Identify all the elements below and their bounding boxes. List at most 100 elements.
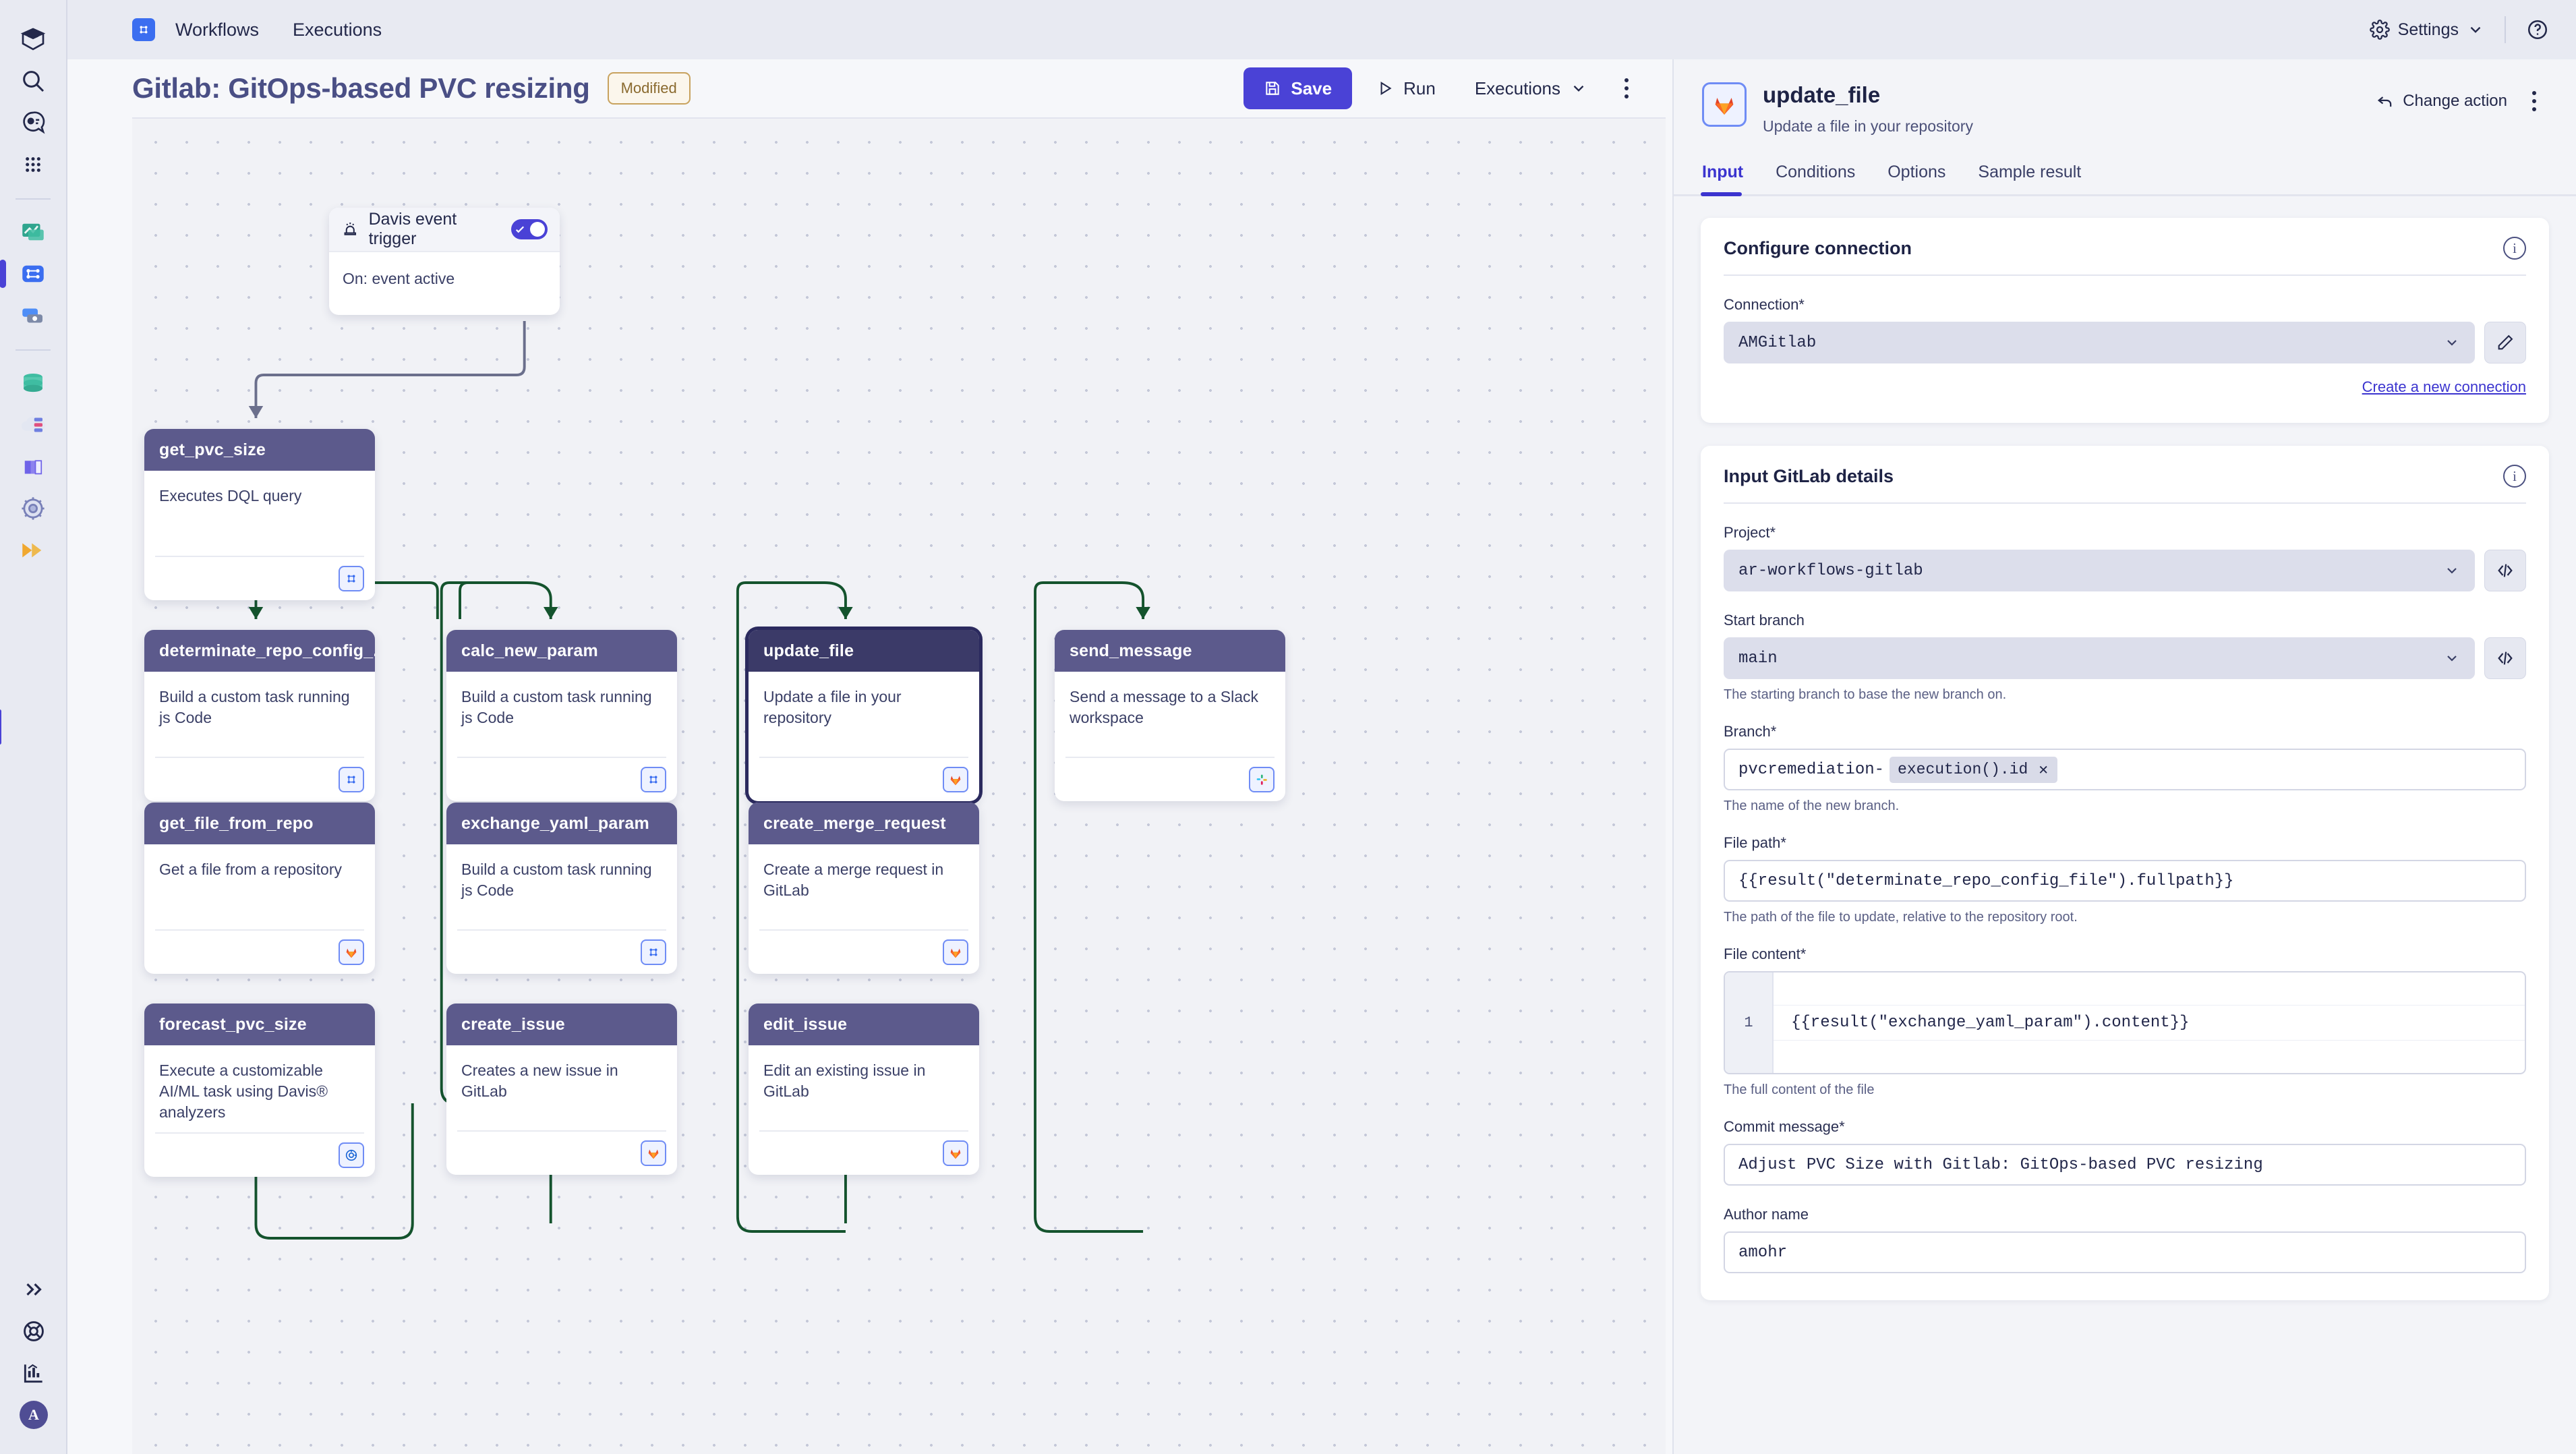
file-content-value[interactable]: {{result("exchange_yaml_param").content}…	[1774, 1005, 2525, 1041]
content-row: Gitlab: GitOps-based PVC resizing Modifi…	[0, 59, 2576, 1454]
close-x-icon[interactable]: ✕	[2036, 761, 2051, 779]
code-pad-bottom	[1725, 1041, 2525, 1073]
author-name-field: Author name amohr	[1724, 1206, 2526, 1273]
node-edit_issue[interactable]: edit_issue Edit an existing issue in Git…	[749, 1004, 979, 1175]
node-get_file_from_repo[interactable]: get_file_from_repo Get a file from a rep…	[144, 803, 375, 974]
start-branch-select[interactable]: main	[1724, 637, 2475, 679]
change-action-button[interactable]: Change action	[2376, 92, 2507, 111]
chevron-down-icon	[2447, 340, 2457, 346]
trigger-enable-toggle[interactable]	[511, 219, 548, 239]
node-body: Edit an existing issue in GitLab	[749, 1045, 979, 1121]
workflow-canvas[interactable]: Davis event trigger On: event active get…	[132, 117, 1666, 1454]
app-grid-icon[interactable]	[9, 144, 57, 185]
node-body: Send a message to a Slack workspace	[1055, 672, 1285, 747]
tab-sample-result[interactable]: Sample result	[1978, 156, 2096, 194]
panel-content[interactable]: Configure connection i Connection* AMGit…	[1674, 196, 2576, 1454]
node-get_pvc_size[interactable]: get_pvc_size Executes DQL query	[144, 429, 375, 600]
rail-divider	[16, 198, 51, 200]
nav-item-executions[interactable]: Executions	[279, 20, 395, 40]
tab-conditions[interactable]: Conditions	[1776, 156, 1870, 194]
file-path-hint: The path of the file to update, relative…	[1724, 910, 2078, 925]
expand-chevrons-icon[interactable]	[9, 1269, 58, 1310]
node-calc_new_param[interactable]: calc_new_param Build a custom task runni…	[446, 630, 677, 801]
gitlab-fox-icon	[943, 767, 968, 792]
workflow-more-menu-button[interactable]	[1612, 69, 1641, 107]
node-send_message[interactable]: send_message Send a message to a Slack w…	[1055, 630, 1285, 801]
connection-select[interactable]: AMGitlab	[1724, 322, 2475, 364]
davis-assistant-icon[interactable]	[9, 103, 57, 143]
code-brackets-icon	[2498, 651, 2513, 665]
branch-expression-chip[interactable]: execution().id ✕	[1890, 756, 2058, 783]
avatar[interactable]: A	[9, 1395, 58, 1435]
branch-chip-label: execution().id	[1898, 761, 2028, 778]
chevron-down-icon	[2447, 656, 2457, 662]
node-create_issue[interactable]: create_issue Creates a new issue in GitL…	[446, 1004, 677, 1175]
run-label: Run	[1403, 78, 1436, 98]
node-title: determinate_repo_config_...	[144, 630, 375, 672]
commit-message-field: Commit message* Adjust PVC Size with Git…	[1724, 1118, 2526, 1186]
file-content-editor[interactable]: 1 {{result("exchange_yaml_param").conten…	[1724, 971, 2526, 1074]
usage-chart-icon[interactable]	[9, 1353, 58, 1393]
node-update_file[interactable]: update_file Update a file in your reposi…	[749, 630, 979, 801]
node-body: Update a file in your repository	[749, 672, 979, 747]
toolbar-divider	[2505, 16, 2506, 43]
connection-field: Connection* AMGitlab Create a new connec…	[1724, 296, 2526, 396]
start-branch-label: Start branch	[1724, 612, 1805, 629]
code-brackets-icon	[2498, 564, 2513, 577]
panel-more-menu-button[interactable]	[2519, 82, 2549, 120]
save-button[interactable]: Save	[1243, 67, 1353, 109]
nav-item-workflows[interactable]: Workflows	[162, 20, 272, 40]
node-determinate_repo_config[interactable]: determinate_repo_config_... Build a cust…	[144, 630, 375, 801]
lifebuoy-help-icon[interactable]	[9, 1311, 58, 1351]
file-path-field: File path* {{result("determinate_repo_co…	[1724, 834, 2526, 925]
search-icon[interactable]	[9, 61, 57, 101]
tab-input[interactable]: Input	[1700, 156, 1758, 196]
author-name-input[interactable]: amohr	[1724, 1231, 2526, 1273]
project-select[interactable]: ar-workflows-gitlab	[1724, 550, 2475, 591]
project-expression-button[interactable]	[2484, 550, 2526, 591]
info-circle-icon[interactable]: i	[2503, 465, 2526, 488]
logo-cube-icon[interactable]	[9, 19, 57, 59]
node-description: Build a custom task running js Code	[461, 688, 652, 727]
undo-arrow-icon	[2378, 96, 2392, 107]
help-circle-icon[interactable]	[2526, 18, 2553, 41]
edit-connection-button[interactable]	[2484, 322, 2526, 364]
node-body: Execute a customizable AI/ML task using …	[144, 1045, 375, 1123]
trigger-node[interactable]: Davis event trigger On: event active	[329, 208, 560, 315]
node-title: edit_issue	[749, 1004, 979, 1045]
start-branch-expression-button[interactable]	[2484, 637, 2526, 679]
info-circle-icon[interactable]: i	[2503, 237, 2526, 260]
card-header: Configure connection i	[1724, 237, 2526, 276]
tab-options[interactable]: Options	[1887, 156, 1960, 194]
gitlab-fox-icon	[943, 1140, 968, 1166]
node-exchange_yaml_param[interactable]: exchange_yaml_param Build a custom task …	[446, 803, 677, 974]
code-line-row: 1 {{result("exchange_yaml_param").conten…	[1725, 1005, 2525, 1041]
settings-button[interactable]: Settings	[2369, 20, 2484, 40]
commit-message-input[interactable]: Adjust PVC Size with Gitlab: GitOps-base…	[1724, 1144, 2526, 1186]
file-path-input[interactable]: {{result("determinate_repo_config_file")…	[1724, 860, 2526, 902]
node-description: Build a custom task running js Code	[159, 688, 350, 727]
node-create_merge_request[interactable]: create_merge_request Create a merge requ…	[749, 803, 979, 974]
settings-gear-icon[interactable]	[9, 488, 57, 529]
connection-row: AMGitlab	[1724, 322, 2526, 364]
node-title: calc_new_param	[446, 630, 677, 672]
gitlab-fox-icon	[1702, 82, 1747, 127]
connection-value: AMGitlab	[1738, 333, 1817, 352]
forward-arrows-icon[interactable]	[9, 530, 57, 571]
executions-dropdown[interactable]: Executions	[1460, 67, 1602, 109]
run-button[interactable]: Run	[1362, 67, 1451, 109]
node-forecast_pvc_size[interactable]: forecast_pvc_size Execute a customizable…	[144, 1004, 375, 1177]
data-storage-icon[interactable]	[9, 363, 57, 403]
cloud-infrastructure-icon[interactable]	[9, 405, 57, 445]
create-new-connection-link[interactable]: Create a new connection	[2362, 378, 2526, 396]
workflows-icon[interactable]	[0, 254, 57, 294]
kubernetes-icon[interactable]	[9, 446, 57, 487]
dashboards-icon[interactable]	[9, 212, 57, 252]
workflow-editor: Gitlab: GitOps-based PVC resizing Modifi…	[67, 59, 1672, 1454]
branch-input[interactable]: pvcremediation- execution().id ✕	[1724, 749, 2526, 790]
workflows-grid-icon	[641, 767, 666, 792]
start-branch-hint: The starting branch to base the new bran…	[1724, 687, 2007, 702]
pencil-edit-icon	[2498, 335, 2513, 350]
executions-label: Executions	[1474, 78, 1560, 98]
notebooks-icon[interactable]	[9, 295, 57, 336]
